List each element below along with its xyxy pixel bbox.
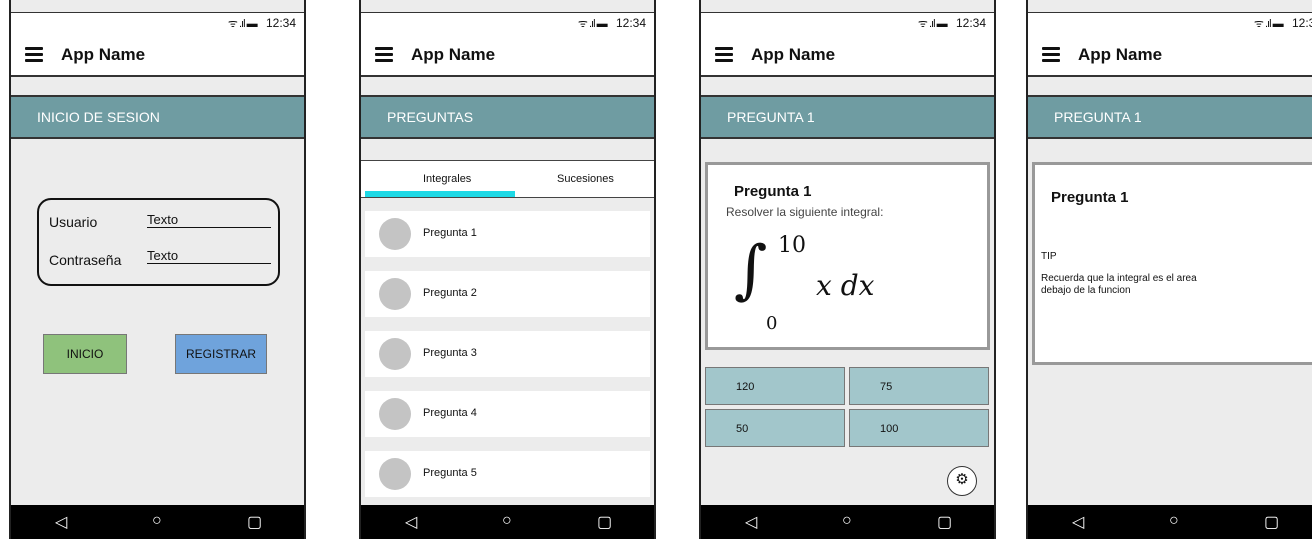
app-name: App Name bbox=[751, 45, 836, 64]
page-title: PREGUNTA 1 bbox=[701, 95, 994, 139]
app-bar: App Name bbox=[11, 33, 304, 77]
usuario-field[interactable]: Texto bbox=[147, 212, 271, 228]
signal-icon: ᯤ .ıl ▬ bbox=[227, 18, 258, 30]
question-card: Pregunta 1 Resolver la siguiente integra… bbox=[705, 162, 990, 350]
status-time: 12:34 bbox=[265, 16, 296, 30]
list-item[interactable]: Pregunta 3 bbox=[365, 331, 650, 377]
answer-option[interactable]: 100 bbox=[849, 409, 989, 447]
list-item-label: Pregunta 3 bbox=[423, 347, 477, 359]
recent-apps-icon[interactable]: ▢ bbox=[247, 512, 262, 532]
avatar bbox=[379, 218, 411, 250]
home-icon[interactable]: ○ bbox=[152, 512, 162, 530]
tab-integrales[interactable]: Integrales bbox=[423, 173, 471, 185]
settings-gears-icon[interactable]: ⚙ bbox=[947, 466, 977, 496]
usuario-label: Usuario bbox=[49, 214, 98, 230]
list-item-label: Pregunta 4 bbox=[423, 407, 477, 419]
back-icon[interactable]: ◁ bbox=[745, 512, 757, 532]
menu-icon[interactable] bbox=[375, 47, 393, 62]
contrasena-label: Contraseña bbox=[49, 252, 122, 268]
page-title: INICIO DE SESION bbox=[11, 95, 304, 139]
avatar bbox=[379, 458, 411, 490]
back-icon[interactable]: ◁ bbox=[405, 512, 417, 532]
home-icon[interactable]: ○ bbox=[1169, 512, 1179, 530]
system-nav-bar: ◁ ○ ▢ bbox=[701, 505, 994, 539]
status-time: 12:34 bbox=[615, 16, 646, 30]
status-time: 12:34 bbox=[1291, 16, 1312, 30]
app-bar: App Name bbox=[1028, 33, 1312, 77]
app-name: App Name bbox=[1078, 45, 1163, 64]
integral-symbol: ∫ bbox=[734, 233, 768, 307]
list-item-label: Pregunta 2 bbox=[423, 287, 477, 299]
list-item[interactable]: Pregunta 4 bbox=[365, 391, 650, 437]
list-item-label: Pregunta 1 bbox=[423, 227, 477, 239]
screen-pregunta: ᯤ .ıl ▬ 12:34 App Name PREGUNTA 1 Pregun… bbox=[699, 0, 996, 539]
avatar bbox=[379, 278, 411, 310]
list-item-label: Pregunta 5 bbox=[423, 467, 477, 479]
question-instruction: Resolver la siguiente integral: bbox=[726, 205, 884, 219]
system-nav-bar: ◁ ○ ▢ bbox=[361, 505, 654, 539]
screen-tip: ᯤ .ıl ▬ 12:34 App Name PREGUNTA 1 Pregun… bbox=[1026, 0, 1312, 539]
inicio-button[interactable]: INICIO bbox=[43, 334, 127, 374]
app-name: App Name bbox=[61, 45, 146, 64]
recent-apps-icon[interactable]: ▢ bbox=[1264, 512, 1279, 532]
menu-icon[interactable] bbox=[25, 47, 43, 62]
menu-icon[interactable] bbox=[715, 47, 733, 62]
tab-sucesiones[interactable]: Sucesiones bbox=[557, 173, 614, 185]
list-item[interactable]: Pregunta 5 bbox=[365, 451, 650, 497]
list-item[interactable]: Pregunta 1 bbox=[365, 211, 650, 257]
avatar bbox=[379, 398, 411, 430]
home-icon[interactable]: ○ bbox=[842, 512, 852, 530]
status-time: 12:34 bbox=[955, 16, 986, 30]
integral-body: x dx bbox=[816, 269, 875, 302]
app-bar: App Name bbox=[361, 33, 654, 77]
answer-option[interactable]: 120 bbox=[705, 367, 845, 405]
integral-upper-limit: 10 bbox=[778, 233, 806, 258]
screen-login: ᯤ .ıl ▬ 12:34 App Name INICIO DE SESION … bbox=[9, 0, 306, 539]
integral-lower-limit: 0 bbox=[766, 313, 778, 334]
page-title: PREGUNTA 1 bbox=[1028, 95, 1312, 139]
tip-text-line-1: Recuerda que la integral es el area bbox=[1041, 273, 1197, 284]
screen-preguntas: ᯤ .ıl ▬ 12:34 App Name PREGUNTAS Integra… bbox=[359, 0, 656, 539]
system-nav-bar: ◁ ○ ▢ bbox=[1028, 505, 1312, 539]
signal-icon: ᯤ .ıl ▬ bbox=[1253, 18, 1284, 30]
signal-icon: ᯤ .ıl ▬ bbox=[917, 18, 948, 30]
page-title: PREGUNTAS bbox=[361, 95, 654, 139]
tab-indicator bbox=[365, 191, 515, 197]
status-bar: ᯤ .ıl ▬ 12:34 bbox=[361, 12, 654, 34]
contrasena-field[interactable]: Texto bbox=[147, 248, 271, 264]
list-item[interactable]: Pregunta 2 bbox=[365, 271, 650, 317]
login-form: Usuario Texto Contraseña Texto bbox=[37, 198, 280, 286]
menu-icon[interactable] bbox=[1042, 47, 1060, 62]
system-nav-bar: ◁ ○ ▢ bbox=[11, 505, 304, 539]
tip-label: TIP bbox=[1041, 251, 1057, 262]
answer-option[interactable]: 50 bbox=[705, 409, 845, 447]
recent-apps-icon[interactable]: ▢ bbox=[597, 512, 612, 532]
signal-icon: ᯤ .ıl ▬ bbox=[577, 18, 608, 30]
home-icon[interactable]: ○ bbox=[502, 512, 512, 530]
status-bar: ᯤ .ıl ▬ 12:34 bbox=[11, 12, 304, 34]
back-icon[interactable]: ◁ bbox=[55, 512, 67, 532]
answer-option[interactable]: 75 bbox=[849, 367, 989, 405]
status-bar: ᯤ .ıl ▬ 12:34 bbox=[701, 12, 994, 34]
card-title: Pregunta 1 bbox=[1051, 189, 1129, 206]
card-title: Pregunta 1 bbox=[734, 183, 812, 200]
recent-apps-icon[interactable]: ▢ bbox=[937, 512, 952, 532]
app-bar: App Name bbox=[701, 33, 994, 77]
tip-card: Pregunta 1 TIP Recuerda que la integral … bbox=[1032, 162, 1312, 365]
tip-text-line-2: debajo de la funcion bbox=[1041, 285, 1131, 296]
avatar bbox=[379, 338, 411, 370]
registrar-button[interactable]: REGISTRAR bbox=[175, 334, 267, 374]
tab-bar: Integrales Sucesiones bbox=[361, 160, 654, 198]
back-icon[interactable]: ◁ bbox=[1072, 512, 1084, 532]
app-name: App Name bbox=[411, 45, 496, 64]
status-bar: ᯤ .ıl ▬ 12:34 bbox=[1028, 12, 1312, 34]
